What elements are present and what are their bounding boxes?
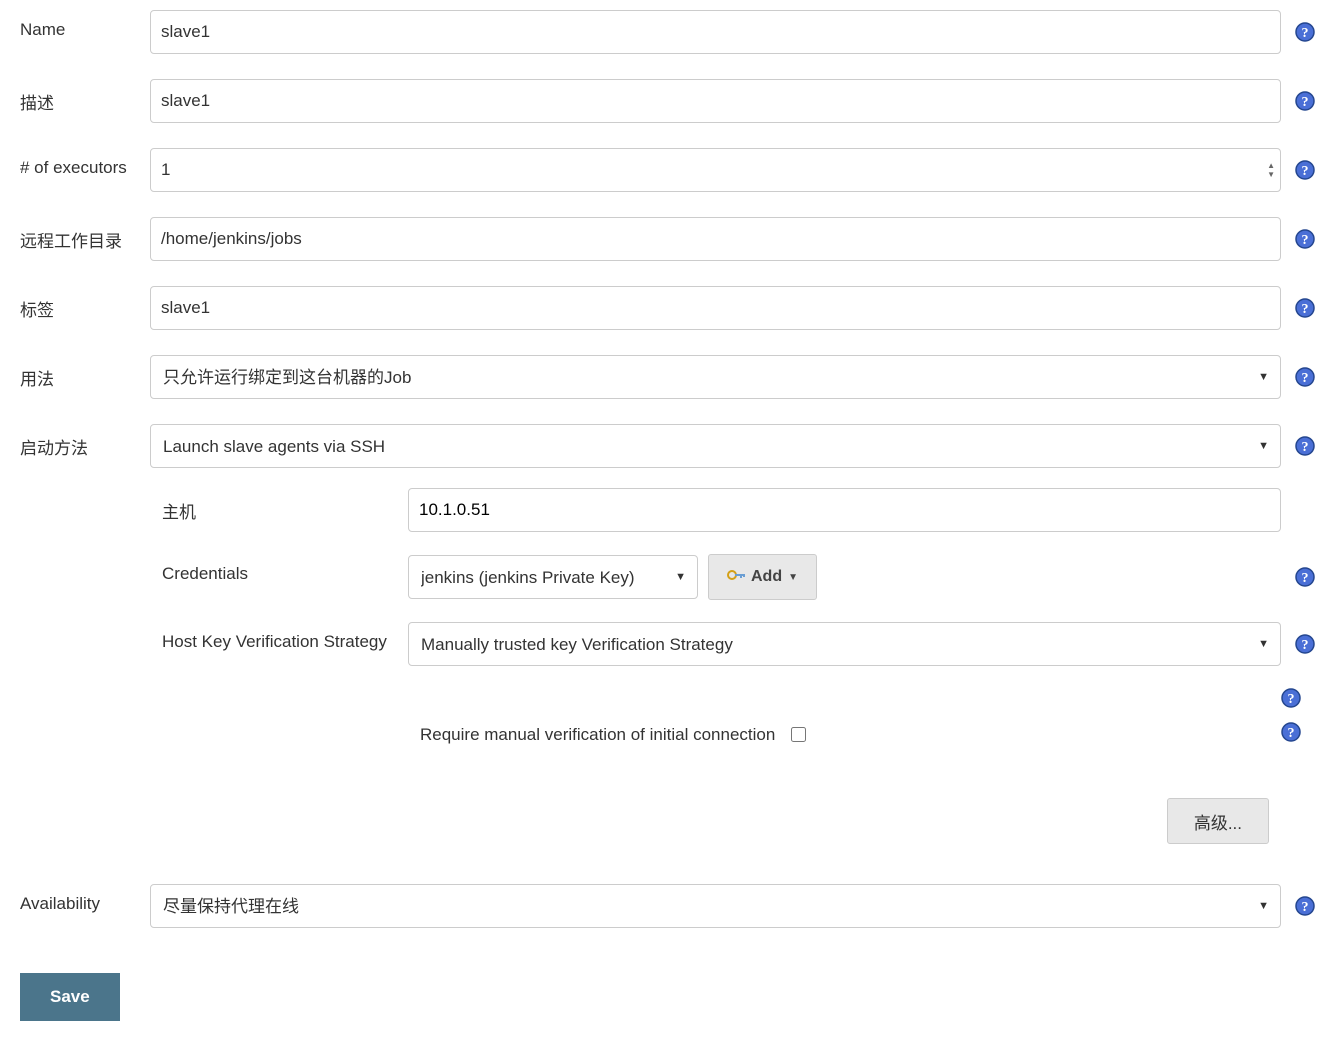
number-spinner[interactable]: ▲▼	[1267, 161, 1275, 179]
usage-select-wrap: 只允许运行绑定到这台机器的Job	[150, 355, 1281, 399]
advanced-button[interactable]: 高级...	[1167, 798, 1269, 844]
field-host-key-strategy: Manually trusted key Verification Strate…	[408, 622, 1315, 666]
field-remote-dir: ?	[150, 217, 1315, 261]
field-description: ?	[150, 79, 1315, 123]
executors-input[interactable]	[150, 148, 1281, 192]
row-description: 描述 ?	[20, 79, 1315, 123]
label-availability: Availability	[20, 884, 150, 914]
field-executors: ▲▼ ?	[150, 148, 1315, 192]
label-launch-method: 启动方法	[20, 424, 150, 459]
row-remote-dir: 远程工作目录 ?	[20, 217, 1315, 261]
add-credentials-button[interactable]: Add ▼	[708, 554, 817, 600]
availability-select[interactable]: 尽量保持代理在线	[150, 884, 1281, 928]
svg-text:?: ?	[1302, 371, 1309, 386]
row-usage: 用法 只允许运行绑定到这台机器的Job ?	[20, 355, 1315, 399]
field-availability: 尽量保持代理在线 ?	[150, 884, 1315, 928]
label-executors: # of executors	[20, 148, 150, 178]
credentials-select-wrap: jenkins (jenkins Private Key)	[408, 555, 698, 599]
help-icon[interactable]: ?	[1295, 298, 1315, 318]
help-icon[interactable]: ?	[1295, 896, 1315, 916]
usage-select[interactable]: 只允许运行绑定到这台机器的Job	[150, 355, 1281, 399]
row-host: 主机	[150, 488, 1315, 532]
host-input[interactable]	[408, 488, 1281, 532]
row-executors: # of executors ▲▼ ?	[20, 148, 1315, 192]
label-credentials: Credentials	[150, 554, 408, 584]
field-usage: 只允许运行绑定到这台机器的Job ?	[150, 355, 1315, 399]
help-icon[interactable]: ?	[1295, 22, 1315, 42]
name-input[interactable]	[150, 10, 1281, 54]
label-tags: 标签	[20, 286, 150, 321]
executors-input-wrap: ▲▼	[150, 148, 1281, 192]
host-key-strategy-select-wrap: Manually trusted key Verification Strate…	[408, 622, 1281, 666]
help-icon[interactable]: ?	[1295, 567, 1315, 587]
field-host	[408, 488, 1315, 532]
require-manual-checkbox[interactable]	[791, 727, 806, 742]
launch-method-select[interactable]: Launch slave agents via SSH	[150, 424, 1281, 468]
row-tags: 标签 ?	[20, 286, 1315, 330]
help-icon[interactable]: ?	[1295, 367, 1315, 387]
label-remote-dir: 远程工作目录	[20, 217, 150, 252]
remote-dir-input[interactable]	[150, 217, 1281, 261]
availability-select-wrap: 尽量保持代理在线	[150, 884, 1281, 928]
svg-text:?: ?	[1302, 440, 1309, 455]
ssh-subsection: 主机 Credentials jenkins (jenkins Private …	[150, 488, 1315, 844]
row-availability: Availability 尽量保持代理在线 ?	[20, 884, 1315, 928]
launch-method-select-wrap: Launch slave agents via SSH	[150, 424, 1281, 468]
row-name: Name ?	[20, 10, 1315, 54]
svg-text:?: ?	[1302, 233, 1309, 248]
field-launch-method: Launch slave agents via SSH ?	[150, 424, 1315, 468]
svg-text:?: ?	[1302, 638, 1309, 653]
caret-down-icon: ▼	[788, 572, 798, 583]
help-icon[interactable]: ?	[1295, 634, 1315, 654]
label-host-key-strategy: Host Key Verification Strategy	[150, 622, 408, 652]
label-description: 描述	[20, 79, 150, 114]
label-host: 主机	[150, 488, 408, 523]
svg-text:?: ?	[1302, 571, 1309, 586]
credentials-select[interactable]: jenkins (jenkins Private Key)	[408, 555, 698, 599]
add-button-label: Add	[751, 568, 782, 586]
svg-text:?: ?	[1302, 95, 1309, 110]
require-manual-block: ? ? Require manual verification of initi…	[150, 688, 1315, 758]
key-icon	[727, 568, 745, 587]
description-input[interactable]	[150, 79, 1281, 123]
field-name: ?	[150, 10, 1315, 54]
label-require-manual: Require manual verification of initial c…	[420, 725, 775, 745]
help-icon[interactable]: ?	[1295, 91, 1315, 111]
tags-input[interactable]	[150, 286, 1281, 330]
row-advanced: 高级...	[150, 798, 1269, 844]
row-host-key-strategy: Host Key Verification Strategy Manually …	[150, 622, 1315, 666]
host-key-strategy-select[interactable]: Manually trusted key Verification Strate…	[408, 622, 1281, 666]
help-icon[interactable]: ?	[1295, 436, 1315, 456]
field-tags: ?	[150, 286, 1315, 330]
save-button[interactable]: Save	[20, 973, 120, 1021]
field-credentials: jenkins (jenkins Private Key) Add ▼ ?	[408, 554, 1315, 600]
row-launch-method: 启动方法 Launch slave agents via SSH ?	[20, 424, 1315, 468]
svg-text:?: ?	[1302, 302, 1309, 317]
svg-text:?: ?	[1302, 26, 1309, 41]
svg-text:?: ?	[1302, 900, 1309, 915]
label-name: Name	[20, 10, 150, 40]
row-require-manual: Require manual verification of initial c…	[150, 688, 1315, 745]
svg-text:?: ?	[1302, 164, 1309, 179]
label-usage: 用法	[20, 355, 150, 390]
help-icon[interactable]: ?	[1295, 229, 1315, 249]
row-credentials: Credentials jenkins (jenkins Private Key…	[150, 554, 1315, 600]
help-icon[interactable]: ?	[1295, 160, 1315, 180]
